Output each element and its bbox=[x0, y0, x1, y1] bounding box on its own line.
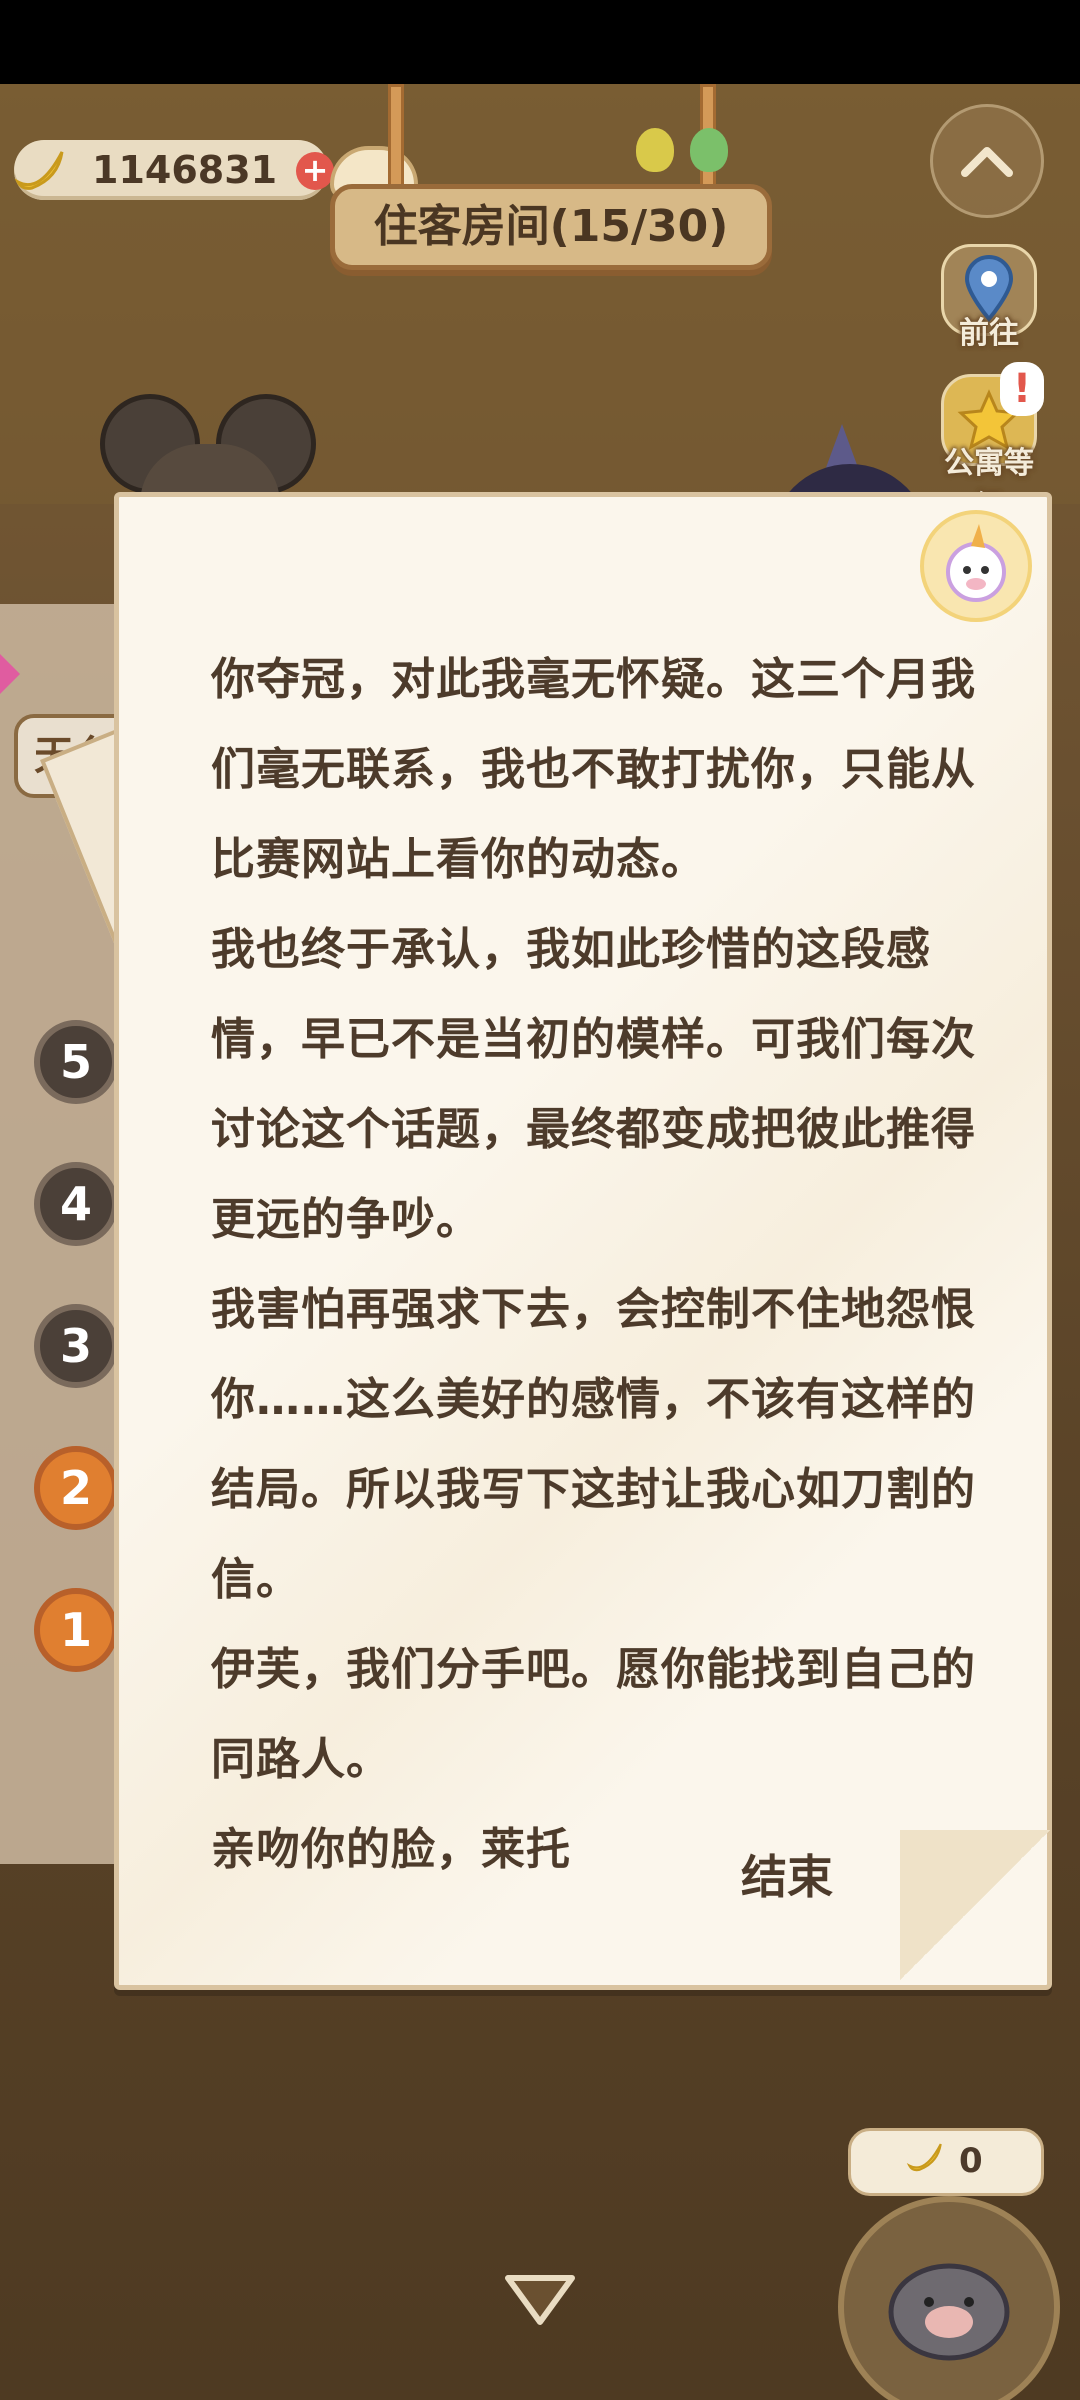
floor-badge-5[interactable]: 5 bbox=[34, 1020, 118, 1104]
status-bar bbox=[0, 0, 1080, 84]
letter-signature: 亲吻你的脸，莱托 bbox=[211, 1824, 571, 1875]
tip-value: 0 bbox=[959, 2141, 983, 2181]
pig-avatar-button[interactable] bbox=[838, 2196, 1060, 2400]
unicorn-avatar-icon bbox=[920, 510, 1032, 622]
letter-body: 你夺冠，对此我毫无怀疑。这三个月我们毫无联系，我也不敢打扰你，只能从比赛网站上看… bbox=[211, 635, 1011, 1895]
banana-icon bbox=[905, 2137, 945, 2186]
end-button[interactable]: 结束 bbox=[741, 1841, 833, 1907]
letter-dialog: 你夺冠，对此我毫无怀疑。这三个月我们毫无联系，我也不敢打扰你，只能从比赛网站上看… bbox=[114, 492, 1052, 1990]
collapse-up-button[interactable] bbox=[930, 104, 1044, 218]
page-fold bbox=[900, 1830, 1050, 1980]
letter-paragraph: 我也终于承认，我如此珍惜的这段感情，早已不是当初的模样。可我们每次讨论这个话题，… bbox=[211, 924, 976, 1245]
floor-badge-2[interactable]: 2 bbox=[34, 1446, 118, 1530]
floor-badge-3[interactable]: 3 bbox=[34, 1304, 118, 1388]
floor-badge-4[interactable]: 4 bbox=[34, 1162, 118, 1246]
triangle-down-icon[interactable] bbox=[500, 2270, 580, 2330]
goto-label: 前往 bbox=[959, 316, 1019, 351]
plus-icon[interactable]: + bbox=[296, 152, 334, 190]
bird-icon bbox=[636, 128, 674, 172]
tip-bubble: 0 bbox=[848, 2128, 1044, 2196]
room-title: 住客房间(15/30) bbox=[373, 201, 729, 252]
bird-icon bbox=[690, 128, 728, 172]
ribbon-icon bbox=[0, 654, 40, 694]
letter-paragraph: 伊芙，我们分手吧。愿你能找到自己的同路人。 bbox=[211, 1644, 976, 1785]
floor-badge-1[interactable]: 1 bbox=[34, 1588, 118, 1672]
alert-badge: ! bbox=[1000, 362, 1044, 416]
pig-avatar-icon bbox=[844, 2202, 1054, 2400]
banana-counter[interactable]: 1146831 + bbox=[14, 140, 334, 200]
banana-icon bbox=[12, 142, 68, 209]
letter-paragraph: 我害怕再强求下去，会控制不住地怨恨你……这么美好的感情，不该有这样的结局。所以我… bbox=[211, 1284, 976, 1605]
banana-count: 1146831 bbox=[92, 148, 278, 192]
goto-button[interactable]: 前往 bbox=[930, 244, 1048, 352]
letter-paragraph: 你夺冠，对此我毫无怀疑。这三个月我们毫无联系，我也不敢打扰你，只能从比赛网站上看… bbox=[211, 654, 976, 885]
room-title-sign: 住客房间(15/30) bbox=[330, 184, 772, 270]
chevron-up-icon bbox=[933, 107, 1041, 216]
sign-rope-left bbox=[388, 84, 404, 194]
